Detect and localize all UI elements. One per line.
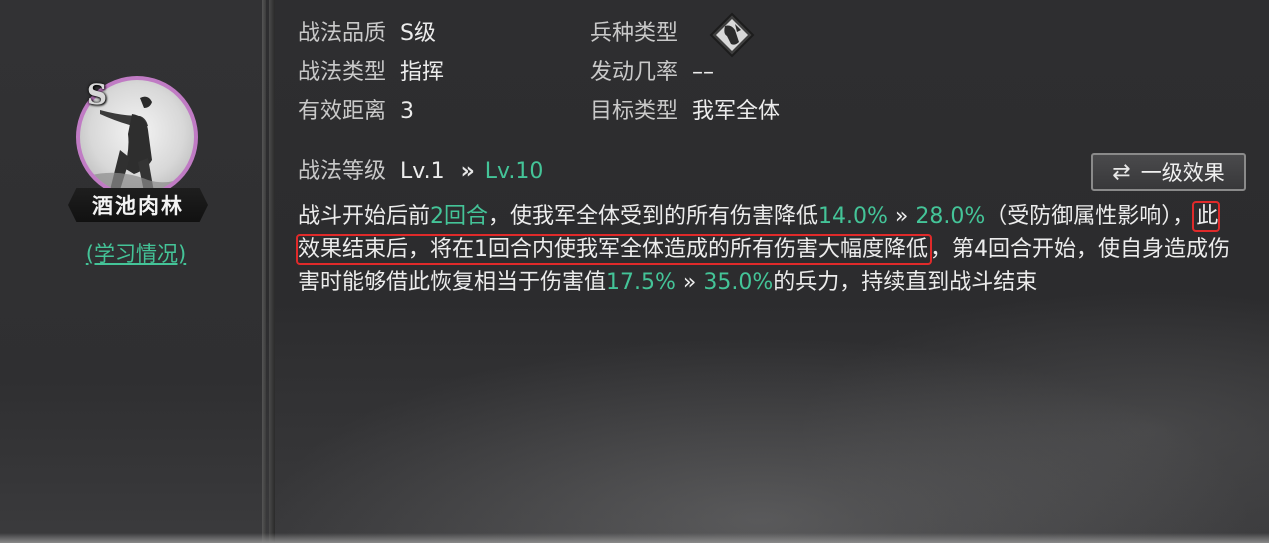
target-row: 目标类型 我军全体	[590, 97, 780, 127]
troop-label: 兵种类型	[590, 21, 679, 46]
level-max: Lv.10	[484, 159, 544, 184]
type-value: 指挥	[400, 60, 445, 85]
troop-type-icon[interactable]	[709, 12, 755, 58]
target-label: 目标类型	[590, 99, 679, 124]
bottom-edge	[0, 533, 1269, 543]
type-label: 战法类型	[298, 60, 387, 85]
level-row: 战法等级 Lv.1 » Lv.10	[298, 156, 543, 188]
desc-value: 35.0%	[703, 270, 774, 295]
desc-value: 28.0%	[915, 204, 986, 229]
rate-label: 发动几率	[590, 60, 679, 85]
desc-value: 17.5%	[606, 270, 676, 295]
effect-button-label: 一级效果	[1140, 161, 1225, 185]
desc-turns: 2回合	[430, 204, 489, 229]
swap-arrows-icon: ⇄	[1112, 159, 1131, 185]
quality-row: 战法品质 S级	[298, 19, 436, 49]
desc-text: ，使我军全体受到的所有伤害降低	[488, 204, 819, 229]
tactic-name: 酒池肉林	[92, 193, 184, 218]
desc-text: 战斗开始后前	[298, 204, 431, 229]
level-one-effect-button[interactable]: ⇄ 一级效果	[1091, 153, 1246, 191]
troop-row: 兵种类型	[590, 19, 678, 49]
quality-value: S级	[400, 21, 436, 46]
rate-row: 发动几率 ––	[590, 58, 714, 88]
target-value: 我军全体	[692, 99, 781, 124]
range-value: 3	[400, 99, 415, 124]
panel-divider-shadow	[269, 0, 275, 543]
desc-value: 14.0%	[818, 204, 888, 229]
quality-label: 战法品质	[298, 21, 387, 46]
hero-avatar[interactable]: S	[76, 76, 198, 198]
troop-emblem-icon	[709, 12, 755, 58]
level-label: 战法等级	[298, 159, 387, 184]
panel-divider	[262, 0, 266, 543]
level-arrow-icon: »	[460, 159, 475, 184]
range-row: 有效距离 3	[298, 97, 414, 127]
tactic-description: 战斗开始后前2回合，使我军全体受到的所有伤害降低14.0% » 28.0%（受防…	[295, 200, 1238, 299]
rate-value: ––	[692, 60, 715, 85]
type-row: 战法类型 指挥	[298, 58, 444, 88]
desc-arrow-icon: »	[675, 270, 704, 295]
desc-text: 的兵力，持续直到战斗结束	[773, 270, 1038, 295]
desc-arrow-icon: »	[887, 204, 916, 229]
level-current: Lv.1	[400, 159, 445, 184]
tactic-name-plate: 酒池肉林	[68, 188, 208, 222]
study-status-link[interactable]: (学习情况)	[62, 238, 210, 268]
range-label: 有效距离	[298, 99, 387, 124]
desc-text: （受防御属性影响），	[985, 204, 1195, 229]
grade-badge: S	[86, 78, 108, 111]
